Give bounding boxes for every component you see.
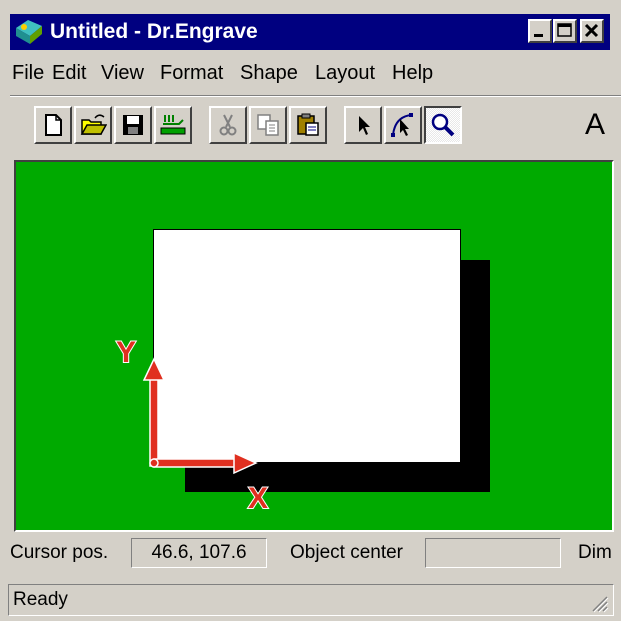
cursor-pos-label: Cursor pos. [10, 542, 109, 563]
menu-format[interactable]: Format [160, 56, 223, 90]
paste-clipboard-icon [297, 113, 319, 136]
resize-grip-icon[interactable] [589, 593, 609, 613]
info-row: Cursor pos. 46.6, 107.6 Object center Di… [10, 534, 621, 574]
select-arrow-icon [359, 116, 370, 135]
menu-bar: File Edit View Format Shape Layout Help [10, 56, 610, 90]
minimize-button[interactable] [528, 19, 552, 43]
copy-icon [257, 114, 279, 136]
select-tool-button[interactable] [344, 106, 382, 144]
cursor-pos-field: 46.6, 107.6 [131, 538, 267, 568]
minimize-icon [534, 34, 543, 37]
cut-scissors-icon [219, 114, 237, 136]
open-folder-icon [80, 114, 107, 135]
node-edit-icon [391, 113, 413, 137]
window-title: Untitled - Dr.Engrave [50, 20, 258, 43]
x-axis-label: X [248, 482, 268, 515]
menu-view[interactable]: View [101, 56, 144, 90]
app-window: Untitled - Dr.Engrave File Edit View For… [0, 0, 621, 621]
menu-layout[interactable]: Layout [315, 56, 375, 90]
menu-help[interactable]: Help [392, 56, 433, 90]
object-center-field [425, 538, 561, 568]
drawing-canvas-frame: Y X [14, 160, 614, 532]
title-bar[interactable]: Untitled - Dr.Engrave [10, 14, 610, 50]
node-edit-button[interactable] [384, 106, 422, 144]
save-button[interactable] [114, 106, 152, 144]
drawing-canvas[interactable]: Y X [16, 162, 612, 530]
status-text: Ready [13, 589, 68, 610]
save-disk-icon [123, 115, 143, 135]
zoom-tool-button[interactable] [424, 106, 462, 144]
status-bar: Ready [8, 584, 614, 616]
y-axis-arrow [142, 357, 166, 467]
toolbar-separator [10, 95, 621, 97]
new-file-button[interactable] [34, 106, 72, 144]
maximize-button[interactable] [553, 19, 577, 43]
import-button[interactable] [154, 106, 192, 144]
origin-point [149, 458, 159, 468]
open-file-button[interactable] [74, 106, 112, 144]
copy-button[interactable] [249, 106, 287, 144]
new-file-icon [45, 114, 62, 136]
zoom-magnifier-icon [431, 113, 455, 137]
dr-engrave-app-icon [16, 20, 42, 44]
menu-edit[interactable]: Edit [52, 56, 86, 90]
import-scan-icon [160, 115, 186, 135]
y-axis-label: Y [116, 336, 136, 369]
menu-shape[interactable]: Shape [240, 56, 298, 90]
object-center-label: Object center [290, 542, 403, 563]
x-axis-arrow [153, 451, 258, 475]
close-icon [584, 23, 599, 38]
cut-button[interactable] [209, 106, 247, 144]
maximize-icon [557, 23, 572, 37]
origin-axes: Y X [115, 335, 269, 516]
text-tool-button[interactable]: A [585, 106, 605, 144]
menu-file[interactable]: File [12, 56, 44, 90]
dimension-label: Dim [578, 542, 612, 563]
paste-button[interactable] [289, 106, 327, 144]
close-button[interactable] [580, 19, 604, 43]
